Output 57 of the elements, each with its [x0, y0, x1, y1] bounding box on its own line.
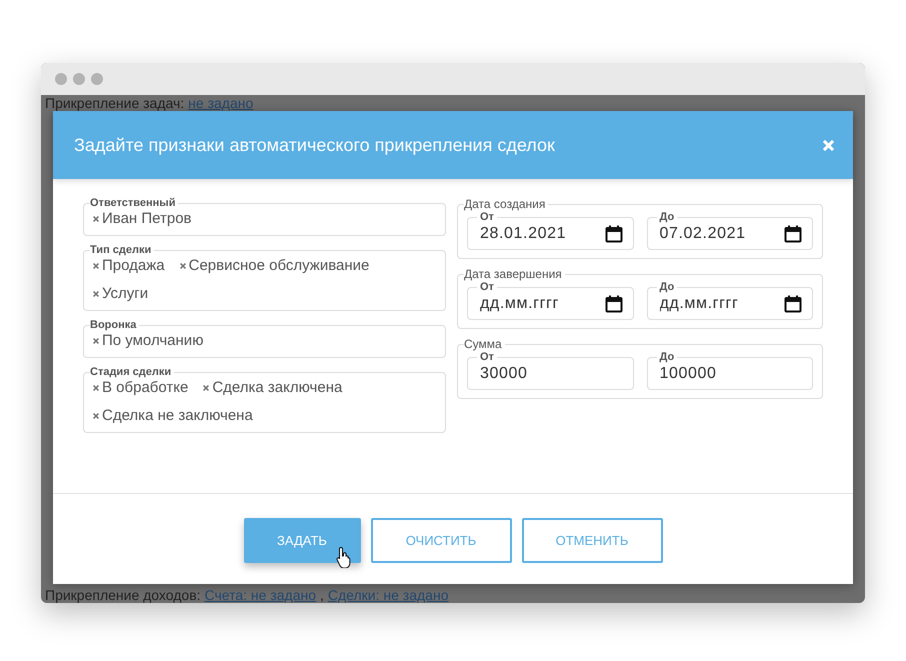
group-label: Дата завершения: [464, 267, 563, 281]
tag-text: Сделка заключена: [212, 378, 342, 398]
hand-cursor-icon: [336, 546, 352, 568]
window-control-dot[interactable]: [91, 73, 103, 85]
number-input[interactable]: 100000: [660, 363, 802, 385]
field-label: От: [479, 351, 495, 363]
date-field[interactable]: От 28.01.2021: [467, 211, 634, 250]
tag-text: Сервисное обслуживание: [188, 256, 370, 276]
remove-icon[interactable]: [92, 262, 100, 270]
tag-text: Услуги: [102, 284, 148, 304]
number-input[interactable]: 30000: [480, 363, 622, 385]
background-label: Прикрепление задач:: [45, 95, 184, 111]
tag-select-field[interactable]: Ответственный Иван Петров: [83, 197, 446, 236]
remove-icon[interactable]: [178, 262, 187, 270]
tag-select-field[interactable]: Стадия сделки В обработке Сделка заключена Сделка не заключена: [83, 366, 446, 433]
remove-icon[interactable]: [92, 290, 100, 298]
field-label: До: [658, 281, 676, 293]
remove-icon[interactable]: [202, 384, 210, 392]
calendar-icon[interactable]: [604, 225, 622, 243]
date-field[interactable]: До 07.02.2021: [646, 211, 813, 250]
dialog-title: Задайте признаки автоматического прикрепления сделок: [74, 134, 555, 156]
tag-select-field[interactable]: Тип сделки Продажа Сервисное обслуживание Услуги: [83, 244, 446, 311]
remove-icon[interactable]: [92, 215, 100, 223]
window-control-dot[interactable]: [55, 73, 67, 85]
remove-icon[interactable]: [92, 337, 100, 345]
tag-select-field[interactable]: Воронка По умолчанию: [83, 319, 446, 358]
field-label: Тип сделки: [90, 244, 152, 256]
field-label: От: [479, 211, 495, 223]
background-label: Прикрепление доходов:: [45, 587, 201, 603]
date-input[interactable]: 07.02.2021: [660, 223, 784, 245]
field-label: От: [479, 281, 495, 293]
tag-text: По умолчанию: [102, 331, 204, 351]
date-input[interactable]: 28.01.2021: [480, 223, 604, 245]
field-label: До: [658, 351, 676, 363]
tag-text: Продажа: [102, 256, 165, 276]
number-field[interactable]: От 30000: [467, 351, 634, 390]
date-field[interactable]: От дд.мм.гггг: [467, 281, 634, 320]
date-field[interactable]: До дд.мм.гггг: [646, 281, 813, 320]
calendar-icon[interactable]: [784, 225, 802, 243]
remove-icon[interactable]: [92, 412, 100, 420]
tag-text: Иван Петров: [102, 209, 192, 229]
date-input[interactable]: дд.мм.гггг: [480, 293, 604, 315]
remove-icon[interactable]: [92, 384, 100, 392]
field-label: Ответственный: [90, 197, 176, 209]
tag-text: В обработке: [102, 378, 188, 398]
calendar-icon[interactable]: [784, 295, 802, 313]
field-label: Стадия сделки: [90, 366, 172, 378]
window-control-dot[interactable]: [73, 73, 85, 85]
field-label: Воронка: [90, 319, 138, 331]
date-input[interactable]: дд.мм.гггг: [660, 293, 784, 315]
field-label: До: [658, 211, 676, 223]
group-label: Сумма: [464, 337, 503, 351]
number-field[interactable]: До 100000: [646, 351, 813, 390]
tag-text: Сделка не заключена: [102, 406, 253, 426]
calendar-icon[interactable]: [604, 295, 622, 313]
separator-text: ,: [320, 587, 324, 603]
group-label: Дата создания: [464, 197, 546, 211]
